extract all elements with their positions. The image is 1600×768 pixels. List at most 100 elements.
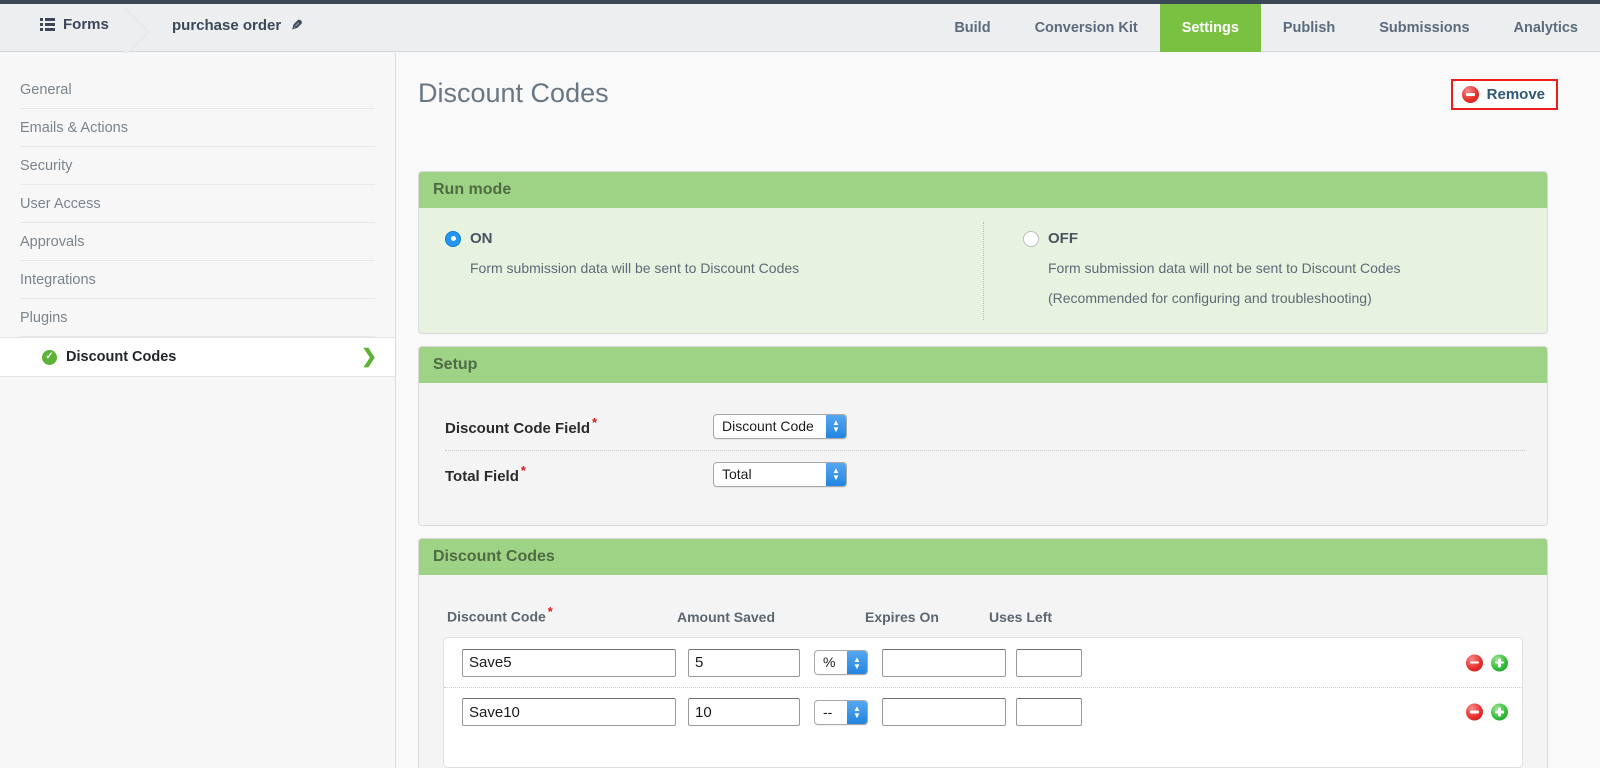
minus-circle-icon[interactable] [1466, 654, 1483, 671]
check-circle-icon: ✓ [42, 349, 57, 365]
total-field-label-text: Total Field [445, 468, 519, 485]
setup-body: Discount Code Field * Discount Code ▲ ▼ To… [419, 383, 1547, 525]
run-mode-off-note: (Recommended for configuring and trouble… [1048, 290, 1372, 306]
tab-build[interactable]: Build [932, 4, 1012, 52]
radio-off[interactable] [1023, 230, 1039, 247]
page-title: Discount Codes [418, 78, 609, 108]
breadcrumb-forms[interactable]: Forms [40, 16, 109, 33]
run-mode-off-column: OFF Form submission data will not be sen… [983, 208, 1547, 333]
sidebar-item-integrations[interactable]: Integrations [20, 261, 375, 299]
required-asterisk: * [520, 463, 526, 478]
remove-button-label: Remove [1486, 86, 1545, 103]
sidebar-item-user-access[interactable]: User Access [20, 185, 375, 223]
amount-unit-select[interactable]: -- ▲ ▼ [814, 699, 868, 725]
discount-codes-column-headers: Discount Code * Amount Saved Expires On U… [419, 575, 1547, 637]
sidebar-item-security[interactable]: Security [20, 147, 375, 185]
discount-code-input[interactable] [462, 648, 676, 677]
discount-codes-body: Discount Code * Amount Saved Expires On U… [419, 575, 1547, 768]
settings-sidebar: General Emails & Actions Security User A… [0, 53, 396, 768]
total-field-value: Total [722, 465, 752, 482]
run-mode-body: ON Form submission data will be sent to … [419, 208, 1547, 333]
sidebar-item-emails-actions[interactable]: Emails & Actions [20, 109, 375, 147]
sidebar-item-security-label: Security [20, 157, 73, 174]
setup-header: Setup [419, 347, 1547, 383]
form-name-label: purchase order [172, 17, 282, 34]
uses-left-input[interactable] [1016, 648, 1082, 677]
main-nav-tabs: Build Conversion Kit Settings Publish Su… [932, 4, 1600, 52]
chevron-right-icon: ❯ [361, 346, 377, 368]
run-mode-off-label: OFF [1048, 230, 1078, 247]
column-header-amount-saved: Amount Saved [677, 609, 776, 625]
discount-code-field-label-text: Discount Code Field [445, 420, 591, 437]
sidebar-item-discount-codes-label: Discount Codes [66, 349, 177, 365]
sidebar-item-discount-codes[interactable]: ✓ Discount Codes ❯ [0, 337, 395, 377]
run-mode-panel: Run mode ON Form submission data will be… [418, 171, 1548, 334]
column-header-expires-on: Expires On [865, 609, 939, 625]
radio-on[interactable] [445, 230, 461, 247]
minus-circle-icon [1461, 86, 1479, 103]
discount-code-field-value: Discount Code [722, 417, 814, 434]
discount-code-field-select[interactable]: Discount Code ▲ ▼ [713, 413, 847, 439]
sidebar-item-emails-actions-label: Emails & Actions [20, 119, 128, 136]
pencil-icon[interactable]: ✎ [291, 17, 303, 34]
plus-circle-icon[interactable] [1491, 703, 1508, 721]
minus-circle-icon[interactable] [1466, 703, 1483, 721]
tab-analytics-label: Analytics [1513, 20, 1578, 36]
row-actions [1466, 703, 1508, 721]
stepper-arrows-icon: ▲ ▼ [847, 700, 867, 724]
run-mode-on-label: ON [470, 230, 493, 247]
sidebar-item-approvals[interactable]: Approvals [20, 223, 375, 261]
sidebar-item-approvals-label: Approvals [20, 233, 85, 250]
stepper-arrows-icon: ▲ ▼ [826, 414, 846, 438]
remove-button[interactable]: Remove [1461, 86, 1545, 103]
uses-left-input[interactable] [1016, 698, 1082, 726]
sidebar-item-general[interactable]: General [20, 71, 375, 109]
run-mode-on-option[interactable]: ON [445, 230, 983, 247]
discount-codes-header: Discount Codes [419, 539, 1547, 575]
amount-saved-input[interactable] [688, 698, 800, 726]
expires-on-input[interactable] [882, 698, 1006, 726]
column-header-discount-code: Discount Code * [447, 604, 677, 637]
discount-code-input[interactable] [462, 698, 676, 726]
setup-row-discount-code-field: Discount Code Field * Discount Code ▲ ▼ [419, 409, 1547, 443]
breadcrumb-separator-inner [123, 8, 148, 56]
run-mode-header: Run mode [419, 172, 1547, 208]
setup-panel: Setup Discount Code Field * Discount Code… [418, 346, 1548, 526]
expires-on-input[interactable] [882, 648, 1006, 677]
total-field-select[interactable]: Total ▲ ▼ [713, 461, 847, 487]
breadcrumb-form-name[interactable]: purchase order ✎ [172, 17, 303, 34]
row-actions [1466, 654, 1508, 671]
tab-conversion-kit-label: Conversion Kit [1034, 20, 1138, 36]
plus-circle-icon[interactable] [1491, 654, 1508, 671]
tab-publish[interactable]: Publish [1261, 4, 1357, 52]
list-icon [40, 18, 55, 31]
required-asterisk: * [547, 604, 553, 620]
column-header-discount-code-label: Discount Code [447, 609, 546, 625]
sidebar-item-general-label: General [20, 81, 72, 98]
tab-submissions[interactable]: Submissions [1357, 4, 1491, 52]
run-mode-off-option[interactable]: OFF [1023, 230, 1547, 247]
table-row: % ▲▼ [444, 638, 1522, 687]
tab-settings[interactable]: Settings [1159, 4, 1261, 52]
amount-unit-value: -- [823, 703, 833, 720]
sidebar-item-plugins[interactable]: Plugins [20, 299, 375, 337]
required-asterisk: * [592, 415, 598, 430]
discount-codes-table: % ▲▼ -- ▲▼ [443, 637, 1523, 768]
table-row: -- ▲▼ [444, 687, 1522, 736]
amount-saved-input[interactable] [688, 648, 800, 677]
discount-codes-panel: Discount Codes Discount Code * Amount Sav… [418, 538, 1548, 768]
tab-publish-label: Publish [1282, 20, 1336, 36]
setup-row-divider [445, 450, 1525, 451]
run-mode-on-description: Form submission data will be sent to Dis… [470, 260, 800, 276]
tab-analytics[interactable]: Analytics [1492, 4, 1600, 52]
amount-unit-select[interactable]: % ▲ ▼ [814, 650, 868, 675]
top-bar: Forms purchase order ✎ Build Conversion … [0, 4, 1600, 56]
sidebar-item-plugins-label: Plugins [20, 309, 68, 326]
tab-conversion-kit[interactable]: Conversion Kit [1013, 4, 1160, 52]
discount-code-field-label: Discount Code Field * [445, 415, 713, 437]
run-mode-on-column: ON Form submission data will be sent to … [419, 208, 983, 333]
tab-build-label: Build [954, 20, 991, 36]
run-mode-off-description: Form submission data will not be sent to… [1048, 260, 1401, 276]
breadcrumb-forms-label: Forms [63, 16, 109, 33]
stepper-arrows-icon: ▲ ▼ [826, 462, 846, 486]
